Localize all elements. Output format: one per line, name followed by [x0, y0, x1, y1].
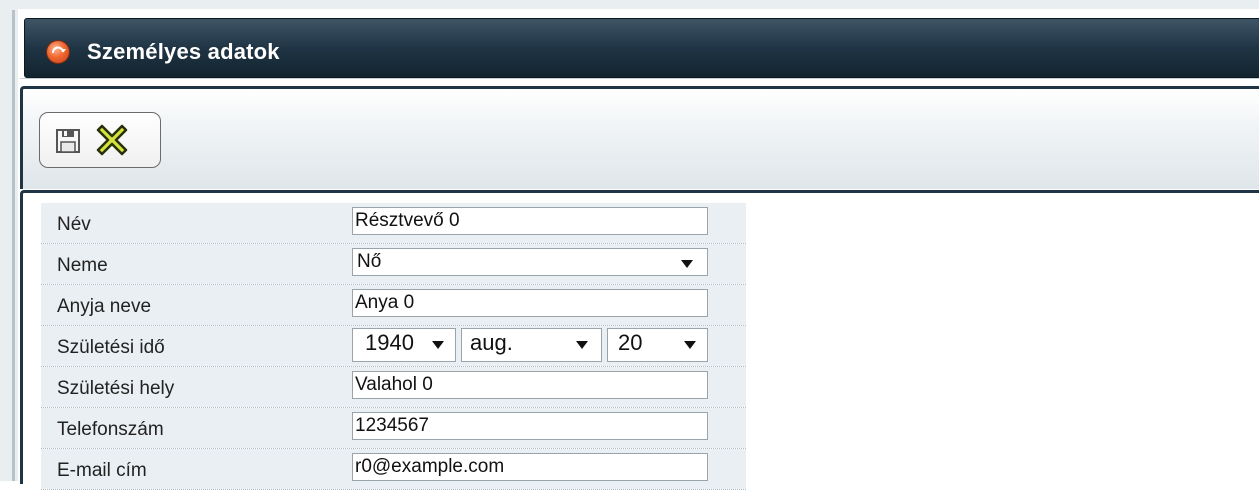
chevron-down-icon	[684, 341, 696, 349]
gender-select-value: Nő	[357, 251, 382, 272]
birth-date-label: Születési idő	[57, 337, 165, 358]
name-label: Név	[57, 214, 91, 235]
chevron-down-icon	[576, 341, 588, 349]
save-icon	[56, 129, 80, 153]
mother-name-input[interactable]: Anya 0	[352, 289, 708, 317]
form-row-birth-place: Születési hely Valahol 0	[41, 367, 746, 408]
form-row-mother-name: Anyja neve Anya 0	[41, 285, 746, 326]
window-title: Személyes adatok	[87, 39, 280, 64]
outer-frame-top	[0, 0, 1259, 9]
birth-day-select[interactable]: 20	[607, 328, 708, 362]
toolbar-button-group	[39, 112, 161, 168]
phone-input[interactable]: 1234567	[352, 412, 708, 440]
form-row-gender: Neme Nő	[41, 244, 746, 285]
titlebar-panel: Személyes adatok	[24, 18, 1259, 78]
form-row-name: Név Résztvevő 0	[41, 203, 746, 244]
birth-year-value: 1940	[365, 330, 414, 355]
mother-name-label: Anyja neve	[57, 296, 152, 317]
cancel-x-icon	[96, 124, 128, 156]
name-input[interactable]: Résztvevő 0	[352, 207, 708, 235]
app-icon	[47, 41, 69, 63]
cancel-button[interactable]	[92, 120, 132, 160]
birth-day-value: 20	[618, 330, 643, 355]
outer-frame-divider	[12, 10, 15, 481]
birth-month-value: aug.	[470, 330, 513, 355]
window-titlebar: Személyes adatok	[20, 10, 1259, 79]
form-row-phone: Telefonszám 1234567	[41, 408, 746, 449]
birth-place-label: Születési hely	[57, 378, 175, 399]
birth-place-input[interactable]: Valahol 0	[352, 371, 708, 399]
gender-select[interactable]: Nő	[352, 248, 708, 276]
phone-label: Telefonszám	[57, 419, 164, 440]
email-input[interactable]: r0@example.com	[352, 453, 708, 481]
outer-frame-left	[0, 0, 18, 481]
personal-data-form: Név Résztvevő 0 Neme Nő Anyja neve Anya …	[20, 190, 1259, 490]
birth-month-select[interactable]: aug.	[461, 328, 602, 362]
birth-year-select[interactable]: 1940	[352, 328, 456, 362]
toolbar-panel	[20, 86, 1259, 189]
email-label: E-mail cím	[57, 460, 147, 481]
gender-label: Neme	[57, 255, 108, 276]
form-row-birth-date: Születési idő 1940 aug. 20	[41, 326, 746, 367]
form-table: Név Résztvevő 0 Neme Nő Anyja neve Anya …	[41, 203, 746, 490]
form-row-email: E-mail cím r0@example.com	[41, 449, 746, 490]
chevron-down-icon	[681, 260, 693, 268]
chevron-down-icon	[432, 341, 444, 349]
save-button[interactable]	[54, 127, 82, 155]
